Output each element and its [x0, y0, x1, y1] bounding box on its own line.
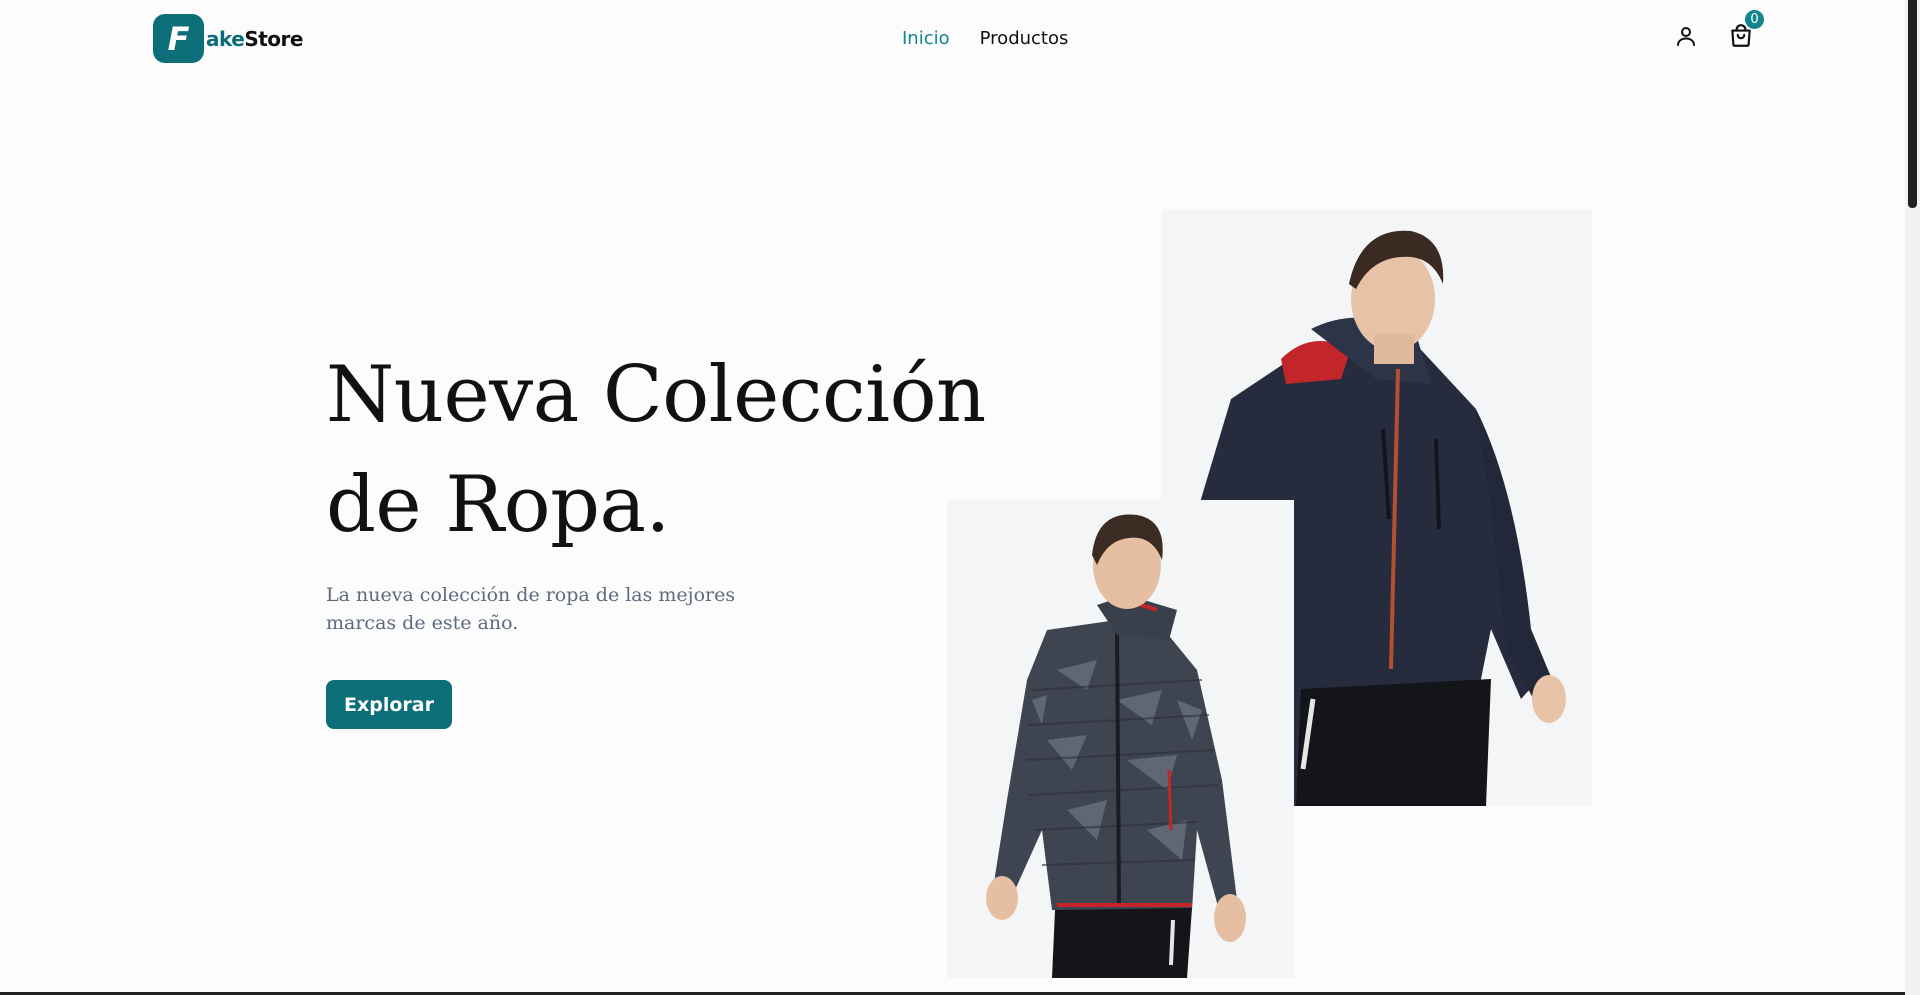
explore-button[interactable]: Explorar [326, 680, 452, 729]
hero-title-line1: Nueva Colección [326, 350, 986, 440]
logo-text-rest: Store [244, 26, 303, 51]
page-scrollbar[interactable] [1905, 0, 1920, 995]
logo-text: akeStore [206, 27, 303, 51]
logo[interactable]: F akeStore [153, 14, 303, 63]
scrollbar-thumb[interactable] [1908, 0, 1917, 208]
nav-link-productos[interactable]: Productos [980, 28, 1069, 49]
user-icon [1677, 27, 1695, 46]
hero-title: Nueva Colección de Ropa. [326, 340, 1026, 560]
logo-text-accent: ake [206, 26, 245, 51]
page: F akeStore Inicio Productos 0 Nueva Cole… [0, 0, 1920, 995]
hero-image-camo-jacket [947, 500, 1294, 978]
main-nav: Inicio Productos [902, 28, 1068, 49]
cart-count-badge: 0 [1745, 10, 1764, 29]
site-header: F akeStore Inicio Productos 0 [0, 0, 1905, 80]
hero-subtitle: La nueva colección de ropa de las mejore… [326, 584, 736, 634]
nav-link-inicio[interactable]: Inicio [902, 28, 950, 49]
hero-title-line2: de Ropa. [326, 460, 670, 550]
logo-mark: F [153, 14, 204, 63]
user-button[interactable] [1672, 22, 1700, 50]
